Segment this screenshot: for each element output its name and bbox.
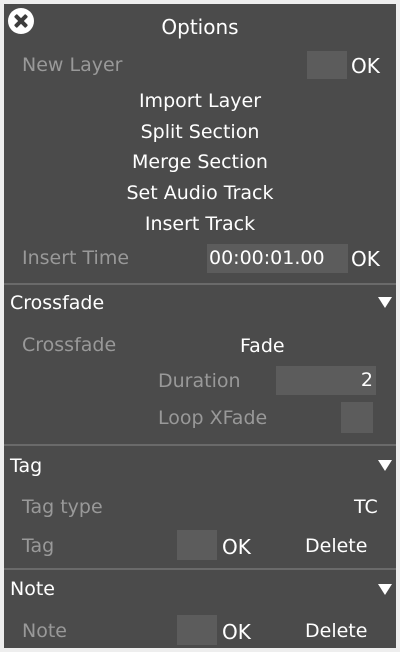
crossfade-label: Crossfade xyxy=(22,334,117,356)
loop-xfade-label: Loop XFade xyxy=(158,407,268,429)
crossfade-mode-value[interactable]: Fade xyxy=(240,335,285,357)
divider xyxy=(4,444,396,446)
options-panel: Options New Layer OK Import Layer Split … xyxy=(4,4,396,648)
panel-title: Options xyxy=(161,15,239,39)
duration-label: Duration xyxy=(158,370,241,392)
note-section-header[interactable]: Note xyxy=(10,578,55,600)
note-delete-button[interactable]: Delete xyxy=(305,620,367,642)
insert-time-label: Insert Time xyxy=(22,247,130,269)
crossfade-section-header[interactable]: Crossfade xyxy=(10,292,104,314)
triangle-down-icon[interactable] xyxy=(378,584,392,595)
insert-time-field[interactable]: 00:00:01.00 xyxy=(207,244,348,273)
new-layer-label: New Layer xyxy=(22,54,123,76)
merge-section-button[interactable]: Merge Section xyxy=(4,151,396,173)
tag-ok-button[interactable]: OK xyxy=(222,535,251,559)
tag-type-value[interactable]: TC xyxy=(354,496,378,518)
tag-delete-button[interactable]: Delete xyxy=(305,535,367,557)
insert-time-ok-button[interactable]: OK xyxy=(351,247,380,271)
new-layer-input[interactable] xyxy=(307,51,347,79)
duration-input[interactable]: 2 xyxy=(276,366,376,395)
note-ok-button[interactable]: OK xyxy=(222,620,251,644)
import-layer-button[interactable]: Import Layer xyxy=(4,90,396,112)
note-input[interactable] xyxy=(177,615,217,645)
tag-section-header[interactable]: Tag xyxy=(10,455,42,477)
duration-value: 2 xyxy=(360,369,373,391)
tag-input[interactable] xyxy=(177,530,217,560)
divider xyxy=(4,283,396,285)
triangle-down-icon[interactable] xyxy=(378,297,392,308)
triangle-down-icon[interactable] xyxy=(378,460,392,471)
set-audio-track-button[interactable]: Set Audio Track xyxy=(4,182,396,204)
loop-xfade-checkbox[interactable] xyxy=(341,402,373,433)
note-label: Note xyxy=(22,620,67,642)
insert-track-button[interactable]: Insert Track xyxy=(4,213,396,235)
tag-label: Tag xyxy=(22,535,55,557)
insert-time-value: 00:00:01.00 xyxy=(209,247,325,269)
tag-type-label: Tag type xyxy=(22,496,103,518)
split-section-button[interactable]: Split Section xyxy=(4,121,396,143)
divider xyxy=(4,568,396,570)
new-layer-ok-button[interactable]: OK xyxy=(351,54,380,78)
